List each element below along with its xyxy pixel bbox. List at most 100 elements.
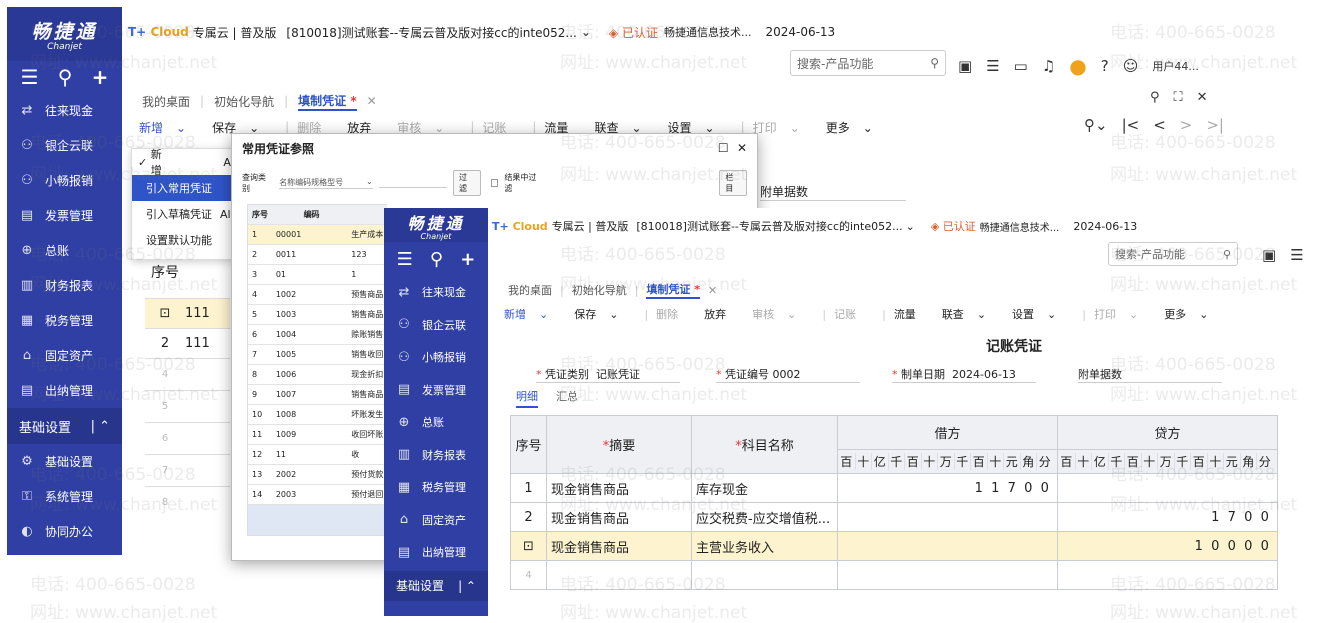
chevron-down-icon[interactable]: ⌄ — [906, 220, 915, 233]
message-icon[interactable]: ▭ — [1014, 57, 1028, 75]
filter-button[interactable]: 过滤 — [452, 170, 481, 196]
front-sidebar-item-1[interactable]: ⚇ 银企云联 — [384, 309, 488, 342]
toolbar-btn-3[interactable]: 放弃 — [704, 306, 739, 322]
last-icon[interactable]: >| — [1206, 116, 1224, 134]
prev-icon[interactable]: < — [1153, 116, 1166, 134]
table-row[interactable]: 13 2002 预付货款 — [248, 465, 387, 485]
front-sidebar-item-2[interactable]: ⚇ 小畅报销 — [384, 341, 488, 374]
search-icon[interactable]: ⚲ — [930, 56, 939, 70]
sidebar-subitem-2[interactable]: ◐ 协同办公 — [7, 514, 122, 549]
credit-amount[interactable] — [1057, 473, 1278, 503]
add-icon[interactable]: + — [460, 249, 475, 270]
list-icon[interactable]: ☰ — [986, 57, 999, 75]
front-sidebar-item-3[interactable]: ▤ 发票管理 — [384, 374, 488, 407]
toolbar-btn-0[interactable]: 新增 ⌄ — [504, 306, 561, 322]
dropdown-item-import-draft[interactable]: 引入草稿凭证 Al — [132, 201, 234, 227]
table-row[interactable]: 1 现金销售商品 库存现金 1 1 7 0 0 — [510, 473, 1278, 503]
table-row[interactable]: 6 1004 赊账销售 — [248, 325, 387, 345]
sidebar-item-6[interactable]: ▦ 税务管理 — [7, 303, 122, 338]
sidebar-item-0[interactable]: ⇄ 往来现金 — [7, 93, 122, 128]
back-search-input[interactable]: 搜索-产品功能 ⚲ — [790, 50, 946, 76]
dropdown-item-import-common[interactable]: 引入常用凭证 — [132, 175, 234, 201]
debit-amount[interactable] — [837, 502, 1058, 532]
table-row[interactable]: 10 1008 坏账发生 — [248, 405, 387, 425]
table-row[interactable]: 4 — [145, 358, 230, 390]
front-search-input[interactable]: 搜索-产品功能 ⚲ — [1108, 242, 1238, 266]
mascot-icon[interactable]: ● — [1069, 54, 1086, 78]
search-icon[interactable]: ⚲ — [1223, 248, 1231, 261]
table-row[interactable]: 5 — [145, 390, 230, 422]
table-row[interactable]: 7 — [145, 454, 230, 486]
front-sidebar-item-4[interactable]: ⊕ 总账 — [384, 406, 488, 439]
toolbar-btn-4[interactable]: 审核 ⌄ — [752, 306, 809, 322]
toolbar-btn-7[interactable]: 联查 ⌄ — [942, 306, 999, 322]
table-row[interactable]: ⊡ 现金销售商品 主营业务收入 1 0 0 0 0 — [510, 531, 1278, 561]
table-row[interactable]: 12 11 收 — [248, 445, 387, 465]
sidebar-item-1[interactable]: ⚇ 银企云联 — [7, 128, 122, 163]
zoom-icon[interactable]: ⚲ — [1150, 90, 1160, 105]
tab-init-nav[interactable]: 初始化导航 — [214, 93, 274, 110]
table-row[interactable]: 1 00001 生产成本 — [248, 225, 387, 245]
close-icon[interactable]: ✕ — [708, 284, 717, 297]
table-row[interactable]: 6 — [145, 422, 230, 454]
front-sidebar-item-5[interactable]: ▥ 财务报表 — [384, 439, 488, 472]
subtab-detail[interactable]: 明细 — [516, 388, 538, 408]
sidebar-subitem-1[interactable]: ⚿ 系统管理 — [7, 479, 122, 514]
maximize-icon[interactable]: ☐ — [718, 141, 729, 155]
tab-voucher[interactable]: 填制凭证 * — [646, 281, 701, 299]
toolbar-btn-1[interactable]: 保存 ⌄ — [574, 306, 631, 322]
voucher-type[interactable]: 记账凭证 — [596, 368, 640, 381]
menu-icon[interactable]: ☰ — [397, 249, 413, 270]
close-icon[interactable]: ✕ — [1197, 90, 1208, 105]
toolbar-btn-9[interactable]: 打印 ⌄ — [753, 119, 813, 136]
dropdown-item-add[interactable]: ✓ 新增 Al — [132, 148, 234, 177]
toolbar-btn-8[interactable]: 设置 ⌄ — [1012, 306, 1069, 322]
zoom-icon[interactable]: ⚲⌄ — [1084, 116, 1108, 134]
table-row[interactable]: 3 01 1 — [248, 265, 387, 285]
table-row[interactable]: 2 0011 123 — [248, 245, 387, 265]
account-name[interactable]: [810018]测试账套--专属云普及版对接cc的inte052... — [636, 218, 902, 234]
sidebar-item-7[interactable]: ⌂ 固定资产 — [7, 338, 122, 373]
dropdown-item-default[interactable]: 设置默认功能 — [132, 227, 234, 253]
table-row[interactable]: 2 现金销售商品 应交税费-应交增值税... 1 7 0 0 — [510, 502, 1278, 532]
credit-amount[interactable]: 1700 — [1057, 502, 1278, 532]
add-icon[interactable]: + — [92, 65, 109, 89]
sidebar-item-8[interactable]: ▤ 出纳管理 — [7, 373, 122, 408]
user-name[interactable]: 用户44... — [1152, 58, 1199, 74]
sidebar-item-3[interactable]: ▤ 发票管理 — [7, 198, 122, 233]
front-sidebar-item-7[interactable]: ⌂ 固定资产 — [384, 504, 488, 537]
table-row[interactable]: 5 1003 销售商品 — [248, 305, 387, 325]
sidebar-item-5[interactable]: ▥ 财务报表 — [7, 268, 122, 303]
close-icon[interactable]: ✕ — [367, 94, 377, 108]
front-sidebar-item-6[interactable]: ▦ 税务管理 — [384, 471, 488, 504]
help-icon[interactable]: ? — [1101, 57, 1109, 75]
sidebar-item-4[interactable]: ⊕ 总账 — [7, 233, 122, 268]
tab-desktop[interactable]: 我的桌面 — [142, 93, 190, 110]
toolbar-btn-10[interactable]: 更多 ⌄ — [826, 119, 886, 136]
sidebar-group-basic[interactable]: 基础设置 | ⌃ — [7, 408, 122, 444]
close-icon[interactable]: ✕ — [737, 141, 747, 155]
table-row[interactable]: 8 1006 现金折扣 — [248, 365, 387, 385]
subtab-summary[interactable]: 汇总 — [556, 388, 578, 408]
sidebar-item-2[interactable]: ⚇ 小畅报销 — [7, 163, 122, 198]
table-row[interactable]: 14 2003 预付退回 — [248, 485, 387, 505]
save-icon[interactable]: ▣ — [1262, 246, 1276, 264]
next-icon[interactable]: > — [1180, 116, 1193, 134]
search-icon[interactable]: ⚲ — [430, 249, 443, 270]
table-row[interactable]: 4 — [510, 560, 1278, 590]
chevron-down-icon[interactable]: ⌄ — [581, 25, 591, 39]
toolbar-btn-2[interactable]: 删除 — [656, 306, 691, 322]
toolbar-btn-9[interactable]: 打印 ⌄ — [1094, 306, 1151, 322]
first-icon[interactable]: |< — [1122, 116, 1140, 134]
table-row[interactable]: 2 111 — [145, 328, 230, 358]
save-icon[interactable]: ▣ — [958, 57, 972, 75]
table-row[interactable]: 9 1007 销售商品 — [248, 385, 387, 405]
voucher-date[interactable]: 2024-06-13 — [952, 368, 1016, 381]
front-sidebar-item-0[interactable]: ⇄ 往来现金 — [384, 276, 488, 309]
toolbar-btn-5[interactable]: 记账 — [834, 306, 869, 322]
sidebar-subitem-0[interactable]: ⚙ 基础设置 — [7, 444, 122, 479]
query-select[interactable]: 名称编码规格型号 ⌄ — [279, 177, 373, 189]
table-row[interactable]: 7 1005 销售收回 — [248, 345, 387, 365]
table-row[interactable]: ⊡ 111 — [145, 298, 230, 328]
list-icon[interactable]: ☰ — [1290, 246, 1303, 264]
